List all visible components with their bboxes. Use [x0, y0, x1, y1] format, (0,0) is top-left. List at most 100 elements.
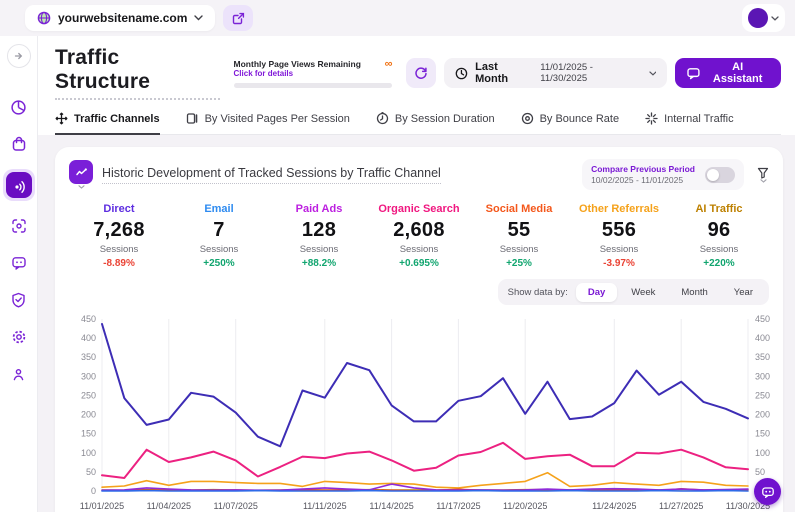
stat-value: 7,268	[93, 219, 145, 241]
svg-text:50: 50	[86, 467, 96, 477]
sidebar-item-account[interactable]	[7, 362, 31, 386]
stat-ai-traffic[interactable]: AI Traffic 96 Sessions +220%	[669, 203, 769, 269]
timer-icon	[376, 112, 389, 125]
date-range-picker[interactable]: Last Month 11/01/2025 - 11/30/2025	[444, 58, 668, 88]
sidebar-item-products[interactable]	[7, 132, 31, 156]
granularity-switcher: Show data by: Day Week Month Year	[497, 279, 769, 305]
traffic-channels-icon	[55, 112, 68, 125]
svg-text:11/14/2025: 11/14/2025	[369, 501, 413, 511]
stat-value: 55	[507, 219, 531, 241]
tab-internal-traffic[interactable]: Internal Traffic	[645, 112, 734, 134]
chart-widget-icon	[69, 160, 93, 184]
tab-by-session-duration[interactable]: By Session Duration	[376, 112, 495, 134]
external-link-icon	[232, 12, 244, 24]
sessions-line-chart[interactable]: 0050501001001501502002002502503003003503…	[69, 311, 770, 512]
svg-text:0: 0	[91, 486, 96, 496]
svg-text:100: 100	[81, 448, 96, 458]
svg-text:400: 400	[81, 333, 96, 343]
stat-social-media[interactable]: Social Media 55 Sessions +25%	[469, 203, 569, 269]
tab-by-bounce-rate[interactable]: By Bounce Rate	[521, 112, 620, 134]
stat-change: -8.89%	[103, 258, 135, 269]
stat-label: AI Traffic	[695, 203, 743, 215]
website-name: yourwebsitename.com	[58, 11, 188, 25]
period-range: 11/01/2025 - 11/30/2025	[540, 62, 593, 84]
stat-other-referrals[interactable]: Other Referrals 556 Sessions -3.97%	[569, 203, 669, 269]
refresh-button[interactable]	[406, 58, 437, 88]
svg-text:11/11/2025: 11/11/2025	[303, 501, 347, 511]
stat-change: +25%	[506, 258, 532, 269]
sidebar	[0, 36, 38, 512]
open-website-button[interactable]	[223, 5, 254, 31]
tab-label: By Visited Pages Per Session	[204, 112, 350, 125]
stat-label: Email	[204, 203, 234, 215]
sidebar-item-traffic[interactable]	[2, 169, 35, 201]
stat-label: Organic Search	[378, 203, 460, 215]
sidebar-item-settings[interactable]	[7, 325, 31, 349]
tab-label: By Bounce Rate	[539, 112, 620, 125]
tab-traffic-channels[interactable]: Traffic Channels	[55, 112, 160, 135]
stat-unit: Sessions	[199, 244, 239, 255]
stat-email[interactable]: Email 7 Sessions +250%	[169, 203, 269, 269]
collapse-sidebar-button[interactable]	[6, 44, 31, 68]
support-chat-button[interactable]	[754, 478, 781, 505]
stat-value: 128	[301, 219, 337, 241]
svg-text:150: 150	[81, 429, 96, 439]
stat-unit: Sessions	[399, 244, 439, 255]
svg-text:11/01/2025: 11/01/2025	[80, 501, 124, 511]
svg-text:350: 350	[81, 352, 96, 362]
granularity-year[interactable]: Year	[722, 283, 765, 302]
sidebar-item-privacy[interactable]	[7, 288, 31, 312]
pages-icon	[186, 113, 197, 124]
svg-text:11/27/2025: 11/27/2025	[659, 501, 703, 511]
chart-filter-button[interactable]	[757, 167, 769, 183]
radar-icon	[15, 180, 25, 193]
website-selector[interactable]: yourwebsitename.com	[25, 5, 216, 31]
page-views-quota: Monthly Page Views Remaining Click for d…	[233, 57, 393, 88]
bag-icon	[12, 136, 25, 151]
clock-icon	[455, 67, 468, 79]
chart-svg: 0050501001001501502002002502503003003503…	[80, 314, 770, 511]
svg-text:11/17/2025: 11/17/2025	[436, 501, 480, 511]
stat-label: Direct	[103, 203, 135, 215]
stat-paid-ads[interactable]: Paid Ads 128 Sessions +88.2%	[269, 203, 369, 269]
stat-organic-search[interactable]: Organic Search 2,608 Sessions +0.695%	[369, 203, 469, 269]
svg-text:200: 200	[81, 410, 96, 420]
chevron-down-icon[interactable]	[77, 185, 85, 189]
bounce-icon	[521, 112, 533, 125]
svg-text:11/04/2025: 11/04/2025	[147, 501, 191, 511]
stat-label: Other Referrals	[578, 203, 660, 215]
granularity-month[interactable]: Month	[669, 283, 719, 302]
stat-change: +220%	[703, 258, 735, 269]
stat-value: 96	[707, 219, 731, 241]
user-menu[interactable]	[742, 4, 785, 32]
compare-toggle[interactable]	[705, 166, 735, 183]
stat-unit: Sessions	[299, 244, 339, 255]
infinity-icon: ∞	[384, 57, 393, 70]
quota-label: Monthly Page Views Remaining	[233, 58, 361, 69]
target-icon	[11, 219, 26, 233]
svg-text:250: 250	[81, 390, 96, 400]
quota-details-link[interactable]: Click for details	[234, 69, 361, 78]
svg-text:300: 300	[755, 371, 770, 381]
sidebar-item-dashboard[interactable]	[7, 95, 31, 119]
compare-previous-period: Compare Previous Period 10/02/2025 - 11/…	[582, 159, 744, 190]
stat-direct[interactable]: Direct 7,268 Sessions -8.89%	[69, 203, 169, 269]
ai-assistant-button[interactable]: AI Assistant	[675, 58, 781, 88]
svg-text:250: 250	[755, 390, 770, 400]
period-label: Last Month	[475, 61, 509, 85]
svg-text:150: 150	[755, 429, 770, 439]
tab-bar: Traffic Channels By Visited Pages Per Se…	[55, 100, 781, 135]
stat-value: 2,608	[393, 219, 445, 241]
pie-chart-icon	[11, 99, 26, 115]
chevron-down-icon	[771, 15, 779, 21]
granularity-day[interactable]: Day	[575, 282, 618, 302]
svg-text:50: 50	[755, 467, 765, 477]
svg-text:100: 100	[755, 448, 770, 458]
refresh-icon	[415, 67, 428, 79]
granularity-week[interactable]: Week	[619, 283, 667, 302]
sidebar-item-messages[interactable]	[7, 251, 31, 275]
sidebar-item-tracking[interactable]	[7, 214, 31, 238]
stat-value: 7	[213, 219, 225, 241]
card-title: Historic Development of Tracked Sessions…	[102, 166, 441, 184]
tab-by-visited-pages[interactable]: By Visited Pages Per Session	[186, 112, 350, 134]
